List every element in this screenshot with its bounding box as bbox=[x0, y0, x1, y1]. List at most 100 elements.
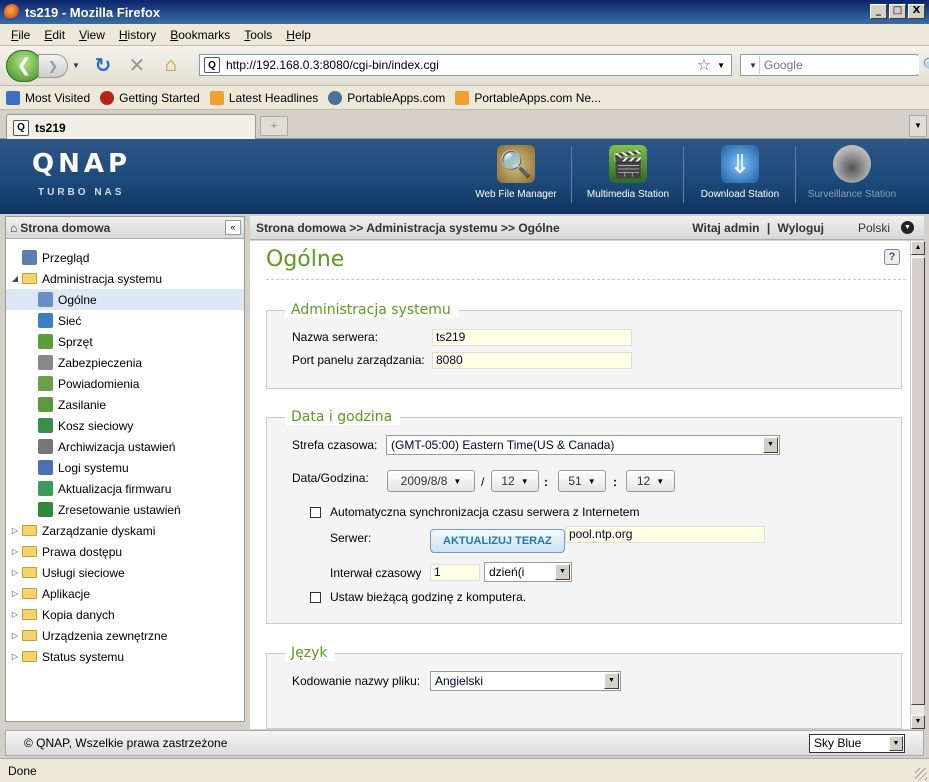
url-dropdown-icon[interactable]: ▼ bbox=[717, 61, 725, 70]
scroll-thumb[interactable] bbox=[911, 257, 925, 705]
expand-arrow-icon[interactable]: ▷ bbox=[10, 547, 20, 556]
interval-unit-select[interactable]: dzień(i ▼ bbox=[484, 562, 572, 582]
content-scrollbar[interactable]: ▲ ▼ bbox=[910, 241, 925, 729]
language-select[interactable]: Polski bbox=[858, 221, 890, 235]
theme-select[interactable]: Sky Blue ▼ bbox=[809, 734, 905, 753]
sidebar-item-przeglad[interactable]: Przegląd bbox=[6, 247, 244, 268]
sidebar-item-ogolne[interactable]: Ogólne bbox=[6, 289, 244, 310]
bookmark-getting-started[interactable]: Getting Started bbox=[100, 90, 200, 105]
bookmark-star-icon[interactable]: ☆ bbox=[697, 55, 711, 75]
sidebar-item-administracja-systemu[interactable]: ◢ Administracja systemu bbox=[6, 268, 244, 289]
sidebar-item-kosz-sieciowy[interactable]: Kosz sieciowy bbox=[6, 415, 244, 436]
sidebar-item-logi-systemu[interactable]: Logi systemu bbox=[6, 457, 244, 478]
timezone-select[interactable]: (GMT-05:00) Eastern Time(US & Canada) ▼ bbox=[386, 435, 780, 455]
menu-history[interactable]: History bbox=[112, 26, 163, 44]
expand-arrow-icon[interactable]: ▷ bbox=[10, 652, 20, 661]
expand-arrow-icon[interactable]: ▷ bbox=[10, 610, 20, 619]
menu-bookmarks[interactable]: Bookmarks bbox=[163, 26, 237, 44]
auto-sync-checkbox[interactable] bbox=[310, 506, 321, 518]
navigation-toolbar: ❮ ❯ ▼ ↻ ✕ ⌂ Q http://192.168.0.3:8080/cg… bbox=[0, 46, 929, 86]
second-select[interactable]: 12 ▼ bbox=[626, 470, 675, 492]
download-icon: ⇓ bbox=[721, 145, 759, 183]
ntp-server-field[interactable]: pool.ntp.org bbox=[565, 526, 765, 543]
search-engine-dropdown-icon[interactable]: ▼ bbox=[749, 61, 757, 70]
sidebar-item-siec[interactable]: Sieć bbox=[6, 310, 244, 331]
sidebar-item-label: Aktualizacja firmwaru bbox=[58, 481, 172, 496]
sidebar-item-aktualizacja-firmwaru[interactable]: Aktualizacja firmwaru bbox=[6, 478, 244, 499]
expand-arrow-icon[interactable]: ▷ bbox=[10, 589, 20, 598]
sidebar-item-sprzet[interactable]: Sprzęt bbox=[6, 331, 244, 352]
url-text[interactable]: http://192.168.0.3:8080/cgi-bin/index.cg… bbox=[226, 58, 697, 72]
sidebar-item-zasilanie[interactable]: Zasilanie bbox=[6, 394, 244, 415]
menu-help[interactable]: Help bbox=[279, 26, 318, 44]
expand-arrow-icon[interactable]: ▷ bbox=[10, 568, 20, 577]
search-icon[interactable]: 🔍 bbox=[923, 57, 929, 74]
admin-fieldset: Administracja systemu Nazwa serwera: ts2… bbox=[266, 302, 902, 389]
language-dropdown-icon[interactable]: ▼ bbox=[901, 221, 914, 234]
station-multimedia[interactable]: 🎬 Multimedia Station bbox=[572, 143, 684, 209]
sidebar-item-urzadzenia-zewnetrzne[interactable]: ▷ Urządzenia zewnętrzne bbox=[6, 625, 244, 646]
port-field[interactable]: 8080 bbox=[432, 352, 632, 369]
station-surveillance: Surveillance Station bbox=[796, 143, 908, 209]
sidebar-title: Strona domowa bbox=[20, 220, 111, 235]
update-now-button[interactable]: AKTUALIZUJ TERAZ bbox=[430, 529, 565, 553]
logout-link[interactable]: Wyloguj bbox=[778, 221, 824, 235]
scroll-up-icon[interactable]: ▲ bbox=[911, 241, 925, 255]
menu-view[interactable]: View bbox=[72, 26, 112, 44]
menu-file[interactable]: File bbox=[4, 26, 37, 44]
collapse-arrow-icon[interactable]: ◢ bbox=[10, 274, 20, 283]
sidebar-item-archiwizacja-ustawien[interactable]: Archiwizacja ustawień bbox=[6, 436, 244, 457]
folder-icon bbox=[22, 567, 37, 578]
history-dropdown-icon[interactable]: ▼ bbox=[72, 61, 80, 70]
bookmark-latest-headlines[interactable]: Latest Headlines bbox=[209, 90, 318, 105]
sidebar-item-label: Zarządzanie dyskami bbox=[42, 523, 156, 538]
expand-arrow-icon[interactable]: ▷ bbox=[10, 526, 20, 535]
bookmark-most-visited[interactable]: Most Visited bbox=[6, 90, 90, 105]
stop-icon[interactable]: ✕ bbox=[122, 51, 152, 81]
station-web-file-manager[interactable]: 🔍 Web File Manager bbox=[460, 143, 572, 209]
back-button[interactable]: ❮ bbox=[6, 49, 42, 82]
bookmark-portableapps-news[interactable]: PortableApps.com Ne... bbox=[455, 90, 601, 105]
menu-edit[interactable]: Edit bbox=[37, 26, 72, 44]
close-button[interactable]: X bbox=[908, 4, 925, 19]
most-visited-icon bbox=[6, 90, 20, 105]
search-bar[interactable]: ▼ 🔍 bbox=[740, 54, 929, 76]
set-from-pc-checkbox[interactable] bbox=[310, 591, 321, 603]
sidebar-item-powiadomienia[interactable]: Powiadomienia bbox=[6, 373, 244, 394]
sidebar-item-aplikacje[interactable]: ▷ Aplikacje bbox=[6, 583, 244, 604]
resize-grip-icon[interactable] bbox=[915, 768, 927, 780]
sidebar-item-uslugi-sieciowe[interactable]: ▷ Usługi sieciowe bbox=[6, 562, 244, 583]
search-input[interactable] bbox=[758, 56, 919, 74]
sidebar-item-zresetowanie-ustawien[interactable]: Zresetowanie ustawień bbox=[6, 499, 244, 520]
station-download[interactable]: ⇓ Download Station bbox=[684, 143, 796, 209]
scroll-down-icon[interactable]: ▼ bbox=[911, 715, 925, 729]
sidebar-item-prawa-dostepu[interactable]: ▷ Prawa dostępu bbox=[6, 541, 244, 562]
bookmark-portableapps[interactable]: PortableApps.com bbox=[328, 90, 445, 105]
sidebar-item-kopia-danych[interactable]: ▷ Kopia danych bbox=[6, 604, 244, 625]
server-name-field[interactable]: ts219 bbox=[432, 329, 632, 346]
chevron-down-icon: ▼ bbox=[763, 437, 778, 453]
sidebar-item-status-systemu[interactable]: ▷ Status systemu bbox=[6, 646, 244, 667]
help-icon[interactable]: ? bbox=[884, 249, 900, 265]
tab-ts219[interactable]: Q ts219 bbox=[6, 114, 256, 140]
date-picker[interactable]: 2009/8/8 ▼ bbox=[387, 470, 475, 492]
tab-list-button[interactable]: ▼ bbox=[909, 115, 927, 137]
minimize-button[interactable]: _ bbox=[870, 4, 887, 19]
new-tab-button[interactable]: + bbox=[260, 116, 288, 136]
menu-tools[interactable]: Tools bbox=[237, 26, 279, 44]
maximize-button[interactable]: □ bbox=[889, 4, 906, 19]
sidebar-item-zabezpieczenia[interactable]: Zabezpieczenia bbox=[6, 352, 244, 373]
home-icon[interactable]: ⌂ bbox=[156, 51, 186, 81]
hour-select[interactable]: 12 ▼ bbox=[491, 470, 539, 492]
sidebar-item-label: Sprzęt bbox=[58, 334, 93, 349]
interval-field[interactable]: 1 bbox=[430, 564, 480, 581]
collapse-sidebar-button[interactable]: « bbox=[225, 220, 241, 235]
sidebar-item-label: Sieć bbox=[58, 313, 82, 328]
expand-arrow-icon[interactable]: ▷ bbox=[10, 631, 20, 640]
encoding-select[interactable]: Angielski ▼ bbox=[430, 671, 621, 691]
forward-button[interactable]: ❯ bbox=[38, 53, 68, 78]
url-bar[interactable]: Q http://192.168.0.3:8080/cgi-bin/index.… bbox=[199, 54, 732, 76]
sidebar-item-zarzadzanie-dyskami[interactable]: ▷ Zarządzanie dyskami bbox=[6, 520, 244, 541]
minute-select[interactable]: 51 ▼ bbox=[558, 470, 606, 492]
reload-icon[interactable]: ↻ bbox=[88, 51, 118, 81]
